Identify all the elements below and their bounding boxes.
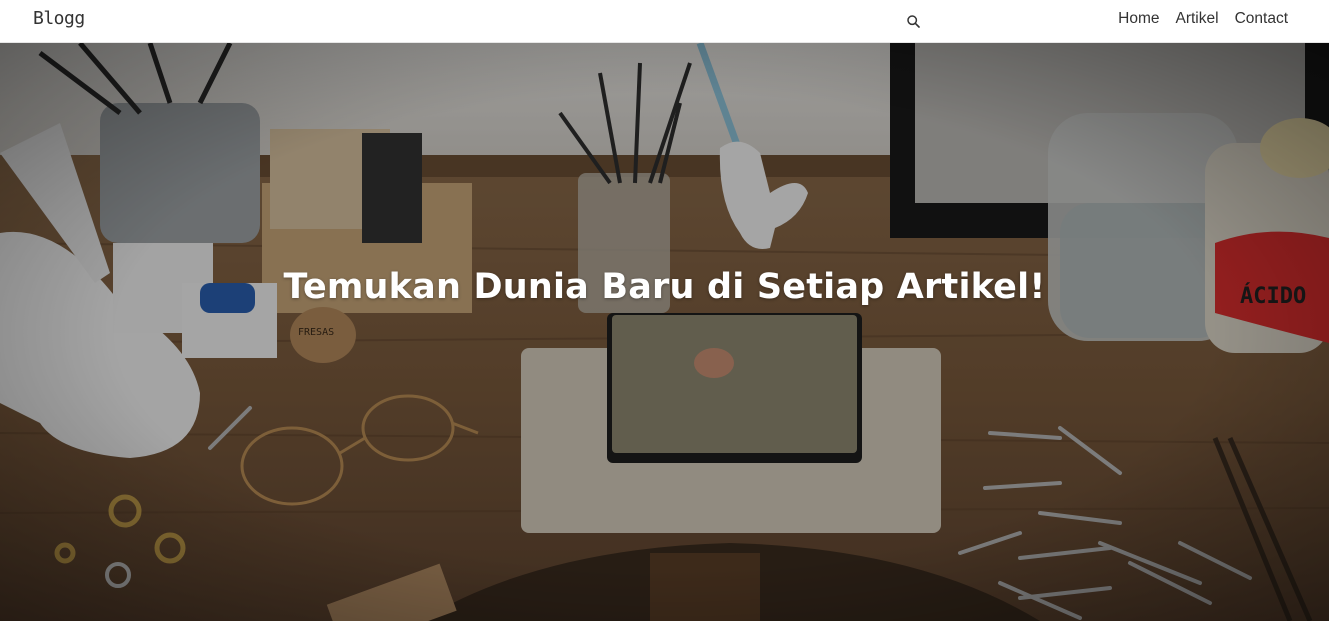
brand-logo[interactable]: Blogg: [33, 8, 85, 29]
hero-title: Temukan Dunia Baru di Setiap Artikel!: [283, 267, 1046, 307]
search-button[interactable]: [903, 11, 923, 31]
navbar: Blogg Home Artikel Contact: [0, 0, 1329, 43]
hero-overlay: [0, 43, 1329, 621]
nav-link-artikel[interactable]: Artikel: [1176, 10, 1219, 28]
nav-link-contact[interactable]: Contact: [1235, 10, 1288, 28]
search-icon: [906, 14, 920, 28]
nav-links: Home Artikel Contact: [1118, 10, 1288, 28]
hero-banner: FRESAS ÁCIDO: [0, 43, 1329, 621]
nav-link-home[interactable]: Home: [1118, 10, 1159, 28]
